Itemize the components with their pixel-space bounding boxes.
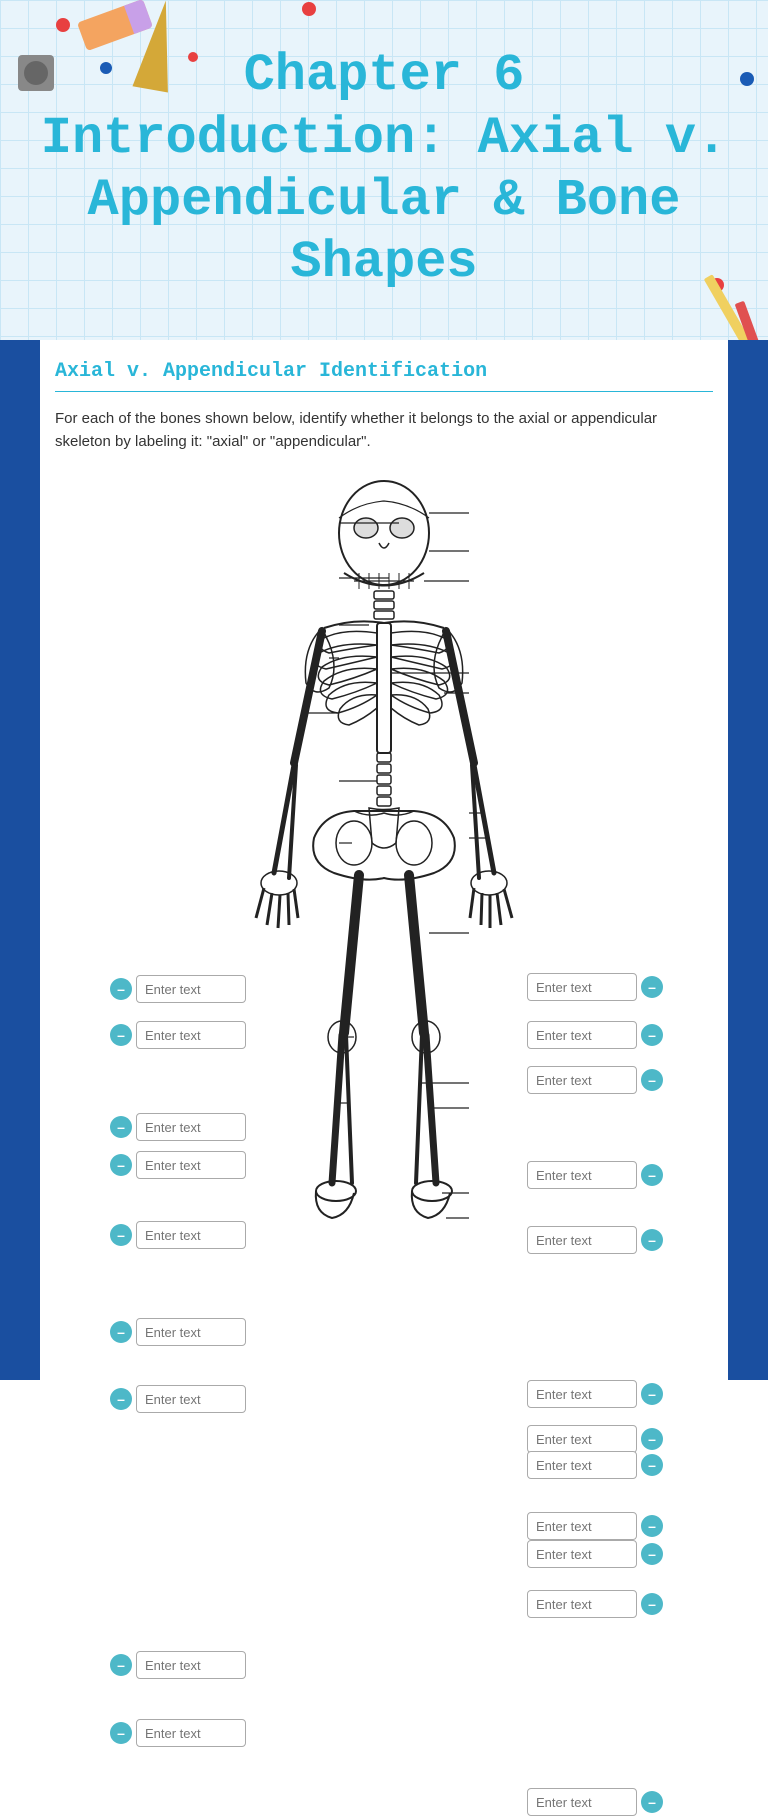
- input-left-6[interactable]: [136, 1318, 246, 1346]
- input-right-11[interactable]: [527, 1590, 637, 1618]
- dot-left-6: [110, 1321, 132, 1343]
- input-left-8[interactable]: [136, 1651, 246, 1679]
- dot-right-5: [641, 1229, 663, 1251]
- label-left-7[interactable]: [110, 1385, 246, 1413]
- input-right-9[interactable]: [527, 1512, 637, 1540]
- input-right-5[interactable]: [527, 1226, 637, 1254]
- instructions: For each of the bones shown below, ident…: [55, 408, 713, 453]
- dot-left-2: [110, 1024, 132, 1046]
- input-left-5[interactable]: [136, 1221, 246, 1249]
- label-left-5[interactable]: [110, 1221, 246, 1249]
- dot-right-4: [641, 1164, 663, 1186]
- dot-right-3: [641, 1069, 663, 1091]
- label-left-6[interactable]: [110, 1318, 246, 1346]
- page-title: Chapter 6 Introduction: Axial v. Appendi…: [0, 25, 768, 315]
- dot-red3: [302, 2, 316, 16]
- input-left-7[interactable]: [136, 1385, 246, 1413]
- dot-right-7: [641, 1428, 663, 1450]
- sidebar-right: [728, 340, 768, 1380]
- input-left-9[interactable]: [136, 1719, 246, 1747]
- diagram-container: [55, 473, 713, 1373]
- label-right-1[interactable]: [527, 973, 663, 1001]
- skeleton-image: [214, 473, 554, 1333]
- dot-right-12: [641, 1791, 663, 1813]
- label-right-4[interactable]: [527, 1161, 663, 1189]
- dot-left-5: [110, 1224, 132, 1246]
- label-right-2[interactable]: [527, 1021, 663, 1049]
- label-left-8[interactable]: [110, 1651, 246, 1679]
- label-right-11[interactable]: [527, 1590, 663, 1618]
- input-left-2[interactable]: [136, 1021, 246, 1049]
- dot-right-9: [641, 1515, 663, 1537]
- label-right-8[interactable]: [527, 1451, 663, 1479]
- sidebar-left: [0, 340, 40, 1380]
- label-right-7[interactable]: [527, 1425, 663, 1453]
- dot-left-4: [110, 1154, 132, 1176]
- input-right-10[interactable]: [527, 1540, 637, 1568]
- dot-right-11: [641, 1593, 663, 1615]
- label-right-3[interactable]: [527, 1066, 663, 1094]
- input-left-4[interactable]: [136, 1151, 246, 1179]
- dot-left-1: [110, 978, 132, 1000]
- main-content: Axial v. Appendicular Identification For…: [0, 340, 768, 1413]
- dot-right-8: [641, 1454, 663, 1476]
- label-right-10[interactable]: [527, 1540, 663, 1568]
- label-left-9[interactable]: [110, 1719, 246, 1747]
- dot-left-7: [110, 1388, 132, 1410]
- input-left-3[interactable]: [136, 1113, 246, 1141]
- label-left-4[interactable]: [110, 1151, 246, 1179]
- input-left-1[interactable]: [136, 975, 246, 1003]
- dot-right-6: [641, 1383, 663, 1405]
- input-right-1[interactable]: [527, 973, 637, 1001]
- input-right-8[interactable]: [527, 1451, 637, 1479]
- input-right-2[interactable]: [527, 1021, 637, 1049]
- label-left-3[interactable]: [110, 1113, 246, 1141]
- header: Chapter 6 Introduction: Axial v. Appendi…: [0, 0, 768, 340]
- label-right-5[interactable]: [527, 1226, 663, 1254]
- label-right-12[interactable]: [527, 1788, 663, 1816]
- section-divider: [55, 391, 713, 392]
- input-right-6[interactable]: [527, 1380, 637, 1408]
- dot-right-1: [641, 976, 663, 998]
- label-right-9[interactable]: [527, 1512, 663, 1540]
- dot-left-9: [110, 1722, 132, 1744]
- dot-left-3: [110, 1116, 132, 1138]
- dot-right-10: [641, 1543, 663, 1565]
- input-right-3[interactable]: [527, 1066, 637, 1094]
- input-right-4[interactable]: [527, 1161, 637, 1189]
- dot-right-2: [641, 1024, 663, 1046]
- label-left-1[interactable]: [110, 975, 246, 1003]
- input-right-7[interactable]: [527, 1425, 637, 1453]
- label-right-6[interactable]: [527, 1380, 663, 1408]
- section-title: Axial v. Appendicular Identification: [55, 360, 713, 383]
- dot-left-8: [110, 1654, 132, 1676]
- label-left-2[interactable]: [110, 1021, 246, 1049]
- input-right-12[interactable]: [527, 1788, 637, 1816]
